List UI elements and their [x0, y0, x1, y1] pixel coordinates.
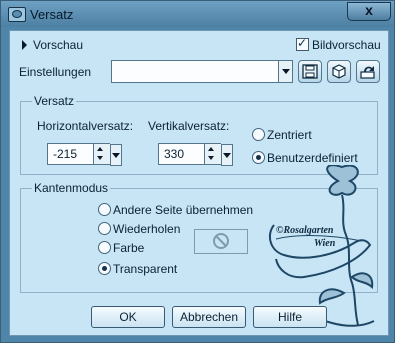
radio-repeat[interactable] — [98, 222, 111, 235]
radio-custom-label[interactable]: Benutzerdefiniert — [267, 151, 358, 165]
settings-dropdown-button[interactable] — [278, 61, 292, 82]
radio-color[interactable] — [98, 241, 111, 254]
spin-up-icon[interactable] — [208, 147, 214, 151]
radio-color-label[interactable]: Farbe — [113, 241, 144, 255]
no-color-icon — [213, 233, 229, 249]
close-icon: x — [365, 2, 373, 18]
reset-icon — [332, 64, 346, 79]
radio-repeat-label[interactable]: Wiederholen — [113, 222, 180, 236]
vertical-offset-menu-button[interactable] — [221, 144, 233, 166]
horizontal-spin-arrows[interactable] — [93, 144, 110, 164]
radio-custom[interactable] — [252, 151, 265, 164]
radio-transparent-label[interactable]: Transparent — [113, 262, 177, 276]
cancel-button[interactable]: Abbrechen — [172, 306, 246, 328]
vertical-offset-value[interactable]: 330 — [164, 147, 184, 161]
vertical-spin-arrows[interactable] — [204, 144, 221, 164]
load-icon — [360, 66, 375, 79]
window-title: Versatz — [30, 7, 74, 22]
dialog-content: Vorschau Bildvorschau Einstellungen — [9, 30, 389, 336]
expand-arrow-icon[interactable] — [22, 40, 27, 50]
preview-toggle-label[interactable]: Vorschau — [33, 38, 83, 52]
radio-transparent[interactable] — [98, 262, 111, 275]
image-preview-label[interactable]: Bildvorschau — [312, 38, 381, 52]
offset-group-title: Versatz — [32, 94, 77, 108]
watermark-text-line2: Wien — [314, 238, 336, 249]
horizontal-offset-spinbox[interactable]: -215 — [47, 143, 122, 166]
image-preview-checkbox[interactable] — [296, 36, 309, 51]
vertical-offset-label: Vertikalversatz: — [148, 119, 230, 133]
dropdown-arrow-icon — [282, 69, 290, 74]
save-settings-button[interactable] — [298, 60, 322, 83]
radio-centered[interactable] — [252, 128, 265, 141]
close-button[interactable]: x — [347, 2, 391, 21]
radio-wrap-other-side-label[interactable]: Andere Seite übernehmen — [113, 203, 253, 217]
settings-label: Einstellungen — [19, 65, 92, 79]
spin-up-icon[interactable] — [97, 147, 103, 151]
help-button[interactable]: Hilfe — [253, 306, 327, 328]
horizontal-offset-menu-button[interactable] — [110, 144, 122, 166]
vertical-offset-spinbox[interactable]: 330 — [158, 143, 233, 166]
dialog-window: Versatz x Vorschau Bildvorschau Einstell… — [0, 0, 395, 343]
spin-down-icon[interactable] — [208, 156, 214, 160]
radio-centered-label[interactable]: Zentriert — [267, 128, 312, 142]
spin-down-icon[interactable] — [97, 156, 103, 160]
ok-button[interactable]: OK — [91, 306, 165, 328]
settings-dropdown[interactable] — [111, 60, 293, 83]
horizontal-offset-label: Horizontalversatz: — [37, 119, 134, 133]
dropdown-arrow-icon — [112, 153, 120, 158]
load-settings-button[interactable] — [356, 60, 380, 83]
edge-mode-group-title: Kantenmodus — [32, 181, 111, 195]
radio-wrap-other-side[interactable] — [98, 203, 111, 216]
save-icon — [302, 64, 318, 79]
edge-color-swatch[interactable] — [194, 229, 248, 254]
horizontal-offset-value[interactable]: -215 — [53, 147, 77, 161]
app-icon — [8, 7, 26, 22]
dropdown-arrow-icon — [223, 153, 231, 158]
title-bar[interactable]: Versatz x — [1, 1, 394, 27]
watermark-text-line1: ©Rosalgarten — [276, 225, 334, 236]
reset-settings-button[interactable] — [327, 60, 351, 83]
